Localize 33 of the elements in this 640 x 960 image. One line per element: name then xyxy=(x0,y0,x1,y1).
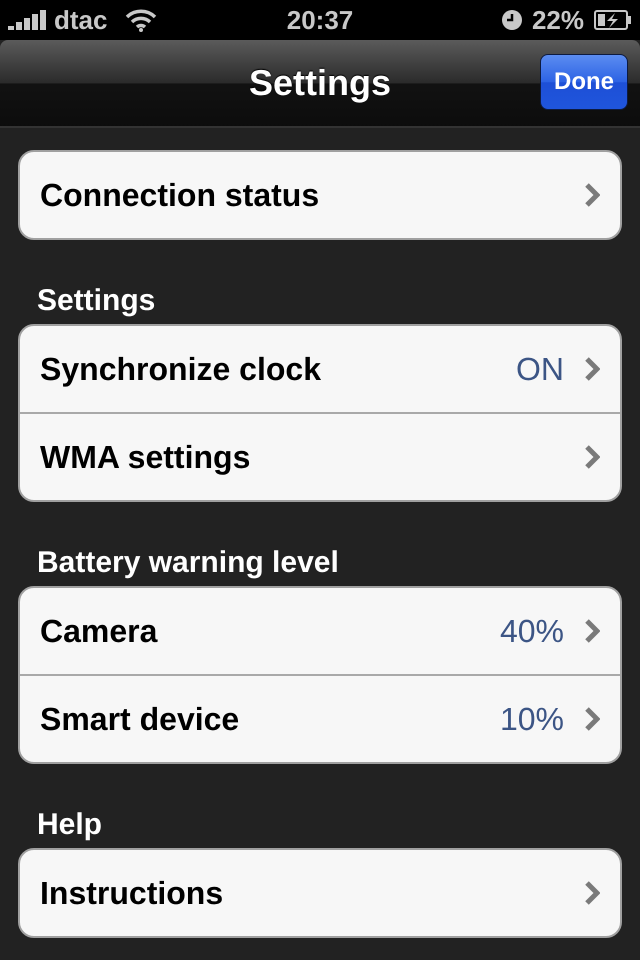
section-header: Battery warning level xyxy=(36,548,340,581)
section-header: Help xyxy=(36,810,104,843)
clock-icon xyxy=(502,10,522,30)
settings-row[interactable]: Smart device 10% xyxy=(20,674,620,762)
settings-row[interactable]: Camera 40% xyxy=(20,588,620,674)
row-label: Synchronize clock xyxy=(40,350,322,388)
status-time: 20:37 xyxy=(286,4,354,36)
chevron-icon xyxy=(584,356,600,382)
row-label: WMA settings xyxy=(40,438,252,476)
section-header: Settings xyxy=(36,286,156,319)
screen-title: Settings xyxy=(248,62,391,104)
row-label: Camera xyxy=(40,612,159,650)
signal-icon xyxy=(8,10,46,30)
settings-row[interactable]: Synchronize clock ON xyxy=(20,326,620,412)
battery-percentage: 22% xyxy=(532,4,584,36)
done-button[interactable]: Done xyxy=(540,54,628,110)
settings-row[interactable]: Connection status xyxy=(20,152,620,238)
chevron-icon xyxy=(584,880,600,906)
battery-charging-icon xyxy=(594,10,632,30)
row-value: 40% xyxy=(500,612,564,650)
chevron-icon xyxy=(584,444,600,470)
settings-row[interactable]: Instructions xyxy=(20,850,620,936)
chevron-icon xyxy=(584,182,600,208)
chevron-icon xyxy=(584,706,600,732)
row-label: Smart device xyxy=(40,700,240,738)
row-label: Connection status xyxy=(40,176,320,214)
row-value: ON xyxy=(516,350,564,388)
chevron-icon xyxy=(584,618,600,644)
settings-row[interactable]: WMA settings xyxy=(20,412,620,500)
carrier-name: dtac xyxy=(54,4,108,36)
wifi-icon xyxy=(125,8,158,32)
row-value: 10% xyxy=(500,700,564,738)
row-label: Instructions xyxy=(40,874,224,912)
